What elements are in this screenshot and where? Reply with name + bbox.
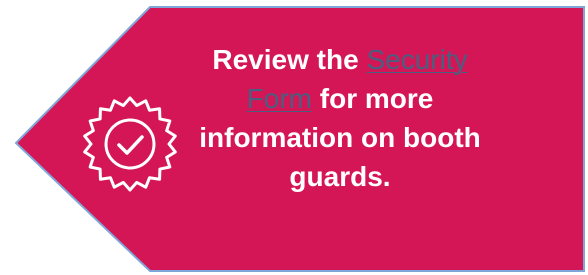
message-prefix: Review the <box>212 44 367 75</box>
message-suffix: for more information on booth guards. <box>199 83 481 192</box>
verified-badge-check-icon <box>80 94 180 194</box>
callout-message: Review the Security Form for more inform… <box>185 40 495 196</box>
security-callout: Review the Security Form for more inform… <box>0 0 588 275</box>
